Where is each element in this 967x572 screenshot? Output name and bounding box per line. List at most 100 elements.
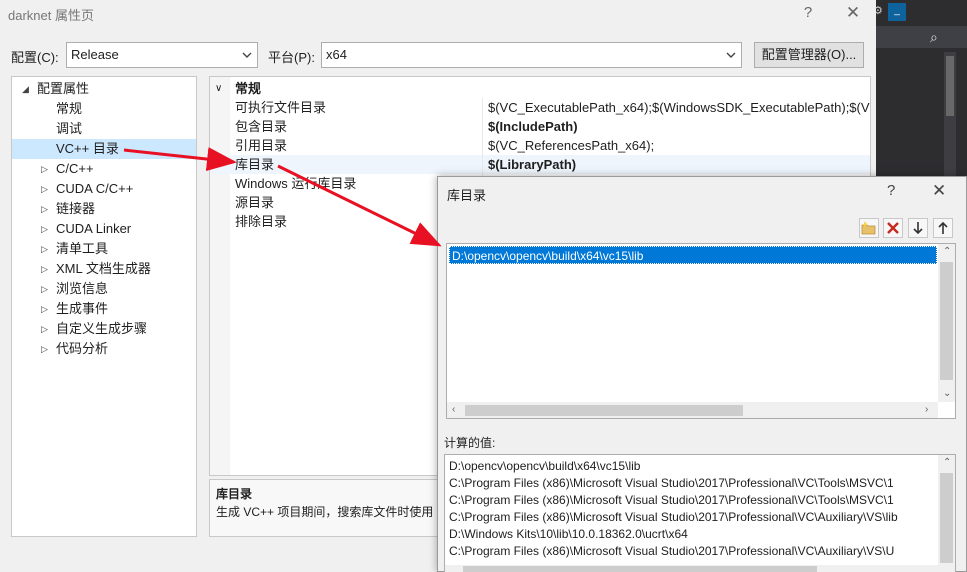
tree-item-code-analysis[interactable]: ▷ 代码分析 (12, 339, 196, 359)
grid-row-include-dirs[interactable]: 包含目录 $(IncludePath) (210, 117, 870, 136)
platform-select[interactable]: x64 (321, 42, 742, 68)
grid-row-name: Windows 运行库目录 (235, 176, 357, 191)
scrollbar-thumb[interactable] (465, 405, 743, 416)
ide-toolbar (876, 26, 967, 48)
delete-icon (887, 222, 899, 234)
collapsed-arrow-icon[interactable]: ▷ (41, 179, 48, 199)
tree-item-custom-build-step[interactable]: ▷ 自定义生成步骤 (12, 319, 196, 339)
grid-row-value[interactable]: $(LibraryPath) (488, 155, 576, 174)
evaluated-value-label: 计算的值: (444, 436, 496, 450)
scrollbar-thumb[interactable] (940, 473, 953, 563)
tree-item-build-events[interactable]: ▷ 生成事件 (12, 299, 196, 319)
tree-item-configuration-properties[interactable]: ◢ 配置属性 (12, 79, 196, 99)
move-down-button[interactable] (908, 218, 928, 238)
directory-entry[interactable]: D:\opencv\opencv\build\x64\vc15\lib (449, 246, 937, 264)
tree-item-label: VC++ 目录 (56, 141, 119, 156)
collapsed-arrow-icon[interactable]: ▷ (41, 199, 48, 219)
library-directories-dialog: 库目录 ? ✕ D:\opencv\opencv\build\x64\vc15\… (437, 176, 967, 572)
directory-list[interactable]: D:\opencv\opencv\build\x64\vc15\lib ⌃ ⌄ … (446, 243, 956, 419)
evaluated-value-line: C:\Program Files (x86)\Microsoft Visual … (449, 493, 894, 507)
collapsed-arrow-icon[interactable]: ▷ (41, 239, 48, 259)
evaluated-value-line: C:\Program Files (x86)\Microsoft Visual … (449, 544, 895, 558)
collapsed-arrow-icon[interactable]: ▷ (41, 339, 48, 359)
close-button[interactable]: ✕ (840, 2, 866, 24)
ide-scrollbar-thumb[interactable] (946, 56, 954, 116)
collapse-chevron-icon[interactable]: ∨ (215, 79, 222, 98)
platform-label: 平台(P): (268, 50, 315, 65)
grid-divider (482, 117, 483, 136)
grid-row-value[interactable]: $(IncludePath) (488, 117, 578, 136)
property-tree: ◢ 配置属性 常规 调试 VC++ 目录 ▷ C/C++ ▷ CUDA C/C+… (11, 76, 197, 537)
tree-item-vc-directories[interactable]: VC++ 目录 (12, 139, 196, 159)
scroll-left-arrow-icon[interactable]: ‹ (452, 404, 455, 415)
description-text: 生成 VC++ 项目期间，搜索库文件时使用 (216, 505, 434, 519)
grid-divider (482, 155, 483, 174)
title-bar: darknet 属性页 ? ✕ (0, 0, 876, 26)
scrollbar-thumb[interactable] (940, 262, 953, 380)
collapsed-arrow-icon[interactable]: ▷ (41, 259, 48, 279)
ide-search-icon[interactable]: ⌕ (930, 29, 938, 46)
move-up-button[interactable] (933, 218, 953, 238)
grid-row-value[interactable]: $(VC_ReferencesPath_x64); (488, 136, 654, 155)
chevron-down-icon (242, 52, 252, 58)
collapsed-arrow-icon[interactable]: ▷ (41, 299, 48, 319)
grid-row-library-dirs[interactable]: 库目录 $(LibraryPath) (210, 155, 870, 174)
grid-row-name: 排除目录 (235, 214, 288, 229)
collapsed-arrow-icon[interactable]: ▷ (41, 279, 48, 299)
scrollbar-thumb[interactable] (463, 566, 817, 572)
tree-item-linker[interactable]: ▷ 链接器 (12, 199, 196, 219)
grid-row-name: 可执行文件目录 (235, 100, 327, 115)
tree-item-label: CUDA Linker (56, 221, 132, 236)
tree-item-cuda-c-cpp[interactable]: ▷ CUDA C/C++ (12, 179, 196, 199)
grid-row-value[interactable]: $(VC_ExecutablePath_x64);$(WindowsSDK_Ex… (488, 98, 870, 117)
dialog-title: 库目录 (447, 188, 487, 203)
new-line-button[interactable] (859, 218, 879, 238)
description-title: 库目录 (216, 487, 253, 501)
arrow-down-icon (913, 222, 923, 235)
tree-item-manifest-tool[interactable]: ▷ 清单工具 (12, 239, 196, 259)
tree-item-label: 自定义生成步骤 (56, 321, 148, 336)
tree-item-browse-info[interactable]: ▷ 浏览信息 (12, 279, 196, 299)
scroll-up-arrow-icon[interactable]: ⌃ (943, 246, 951, 257)
ide-minimize-icon[interactable]: _ (888, 3, 906, 21)
tree-item-label: C/C++ (56, 161, 94, 176)
window-title: darknet 属性页 (8, 8, 94, 23)
tree-item-cuda-linker[interactable]: ▷ CUDA Linker (12, 219, 196, 239)
grid-category-label: 常规 (235, 81, 262, 96)
collapsed-arrow-icon[interactable]: ▷ (41, 219, 48, 239)
scroll-right-arrow-icon[interactable]: › (925, 404, 928, 415)
tree-item-label: 生成事件 (56, 301, 109, 316)
tree-item-label: 配置属性 (37, 81, 90, 96)
grid-row-name: 引用目录 (235, 138, 288, 153)
evaluated-value-line: D:\opencv\opencv\build\x64\vc15\lib (449, 459, 641, 473)
scroll-up-arrow-icon[interactable]: ⌃ (943, 457, 951, 468)
configuration-select[interactable]: Release (66, 42, 258, 68)
tree-item-label: XML 文档生成器 (56, 261, 151, 276)
grid-row-reference-dirs[interactable]: 引用目录 $(VC_ReferencesPath_x64); (210, 136, 870, 155)
grid-row-executable-dirs[interactable]: 可执行文件目录 $(VC_ExecutablePath_x64);$(Windo… (210, 98, 870, 117)
configuration-manager-button[interactable]: 配置管理器(O)... (754, 42, 864, 68)
evaluated-value-list[interactable]: D:\opencv\opencv\build\x64\vc15\lib C:\P… (444, 454, 956, 572)
expanded-arrow-icon[interactable]: ◢ (22, 79, 29, 99)
scroll-down-arrow-icon[interactable]: ⌄ (943, 388, 951, 399)
evaluated-value-line: C:\Program Files (x86)\Microsoft Visual … (449, 476, 894, 490)
collapsed-arrow-icon[interactable]: ▷ (41, 159, 48, 179)
tree-item-label: 调试 (56, 121, 83, 136)
configuration-label: 配置(C): (11, 50, 59, 65)
configuration-value: Release (71, 47, 119, 62)
help-button[interactable]: ? (887, 182, 895, 199)
help-button[interactable]: ? (795, 2, 821, 24)
tree-item-debugging[interactable]: 调试 (12, 119, 196, 139)
platform-value: x64 (326, 47, 347, 62)
tree-item-label: 代码分析 (56, 341, 109, 356)
arrow-up-icon (938, 221, 948, 234)
close-button[interactable]: ✕ (932, 181, 946, 201)
tree-item-xml-doc-generator[interactable]: ▷ XML 文档生成器 (12, 259, 196, 279)
grid-category-general[interactable]: ∨ 常规 (210, 79, 870, 98)
delete-line-button[interactable] (883, 218, 903, 238)
tree-item-general[interactable]: 常规 (12, 99, 196, 119)
tree-item-label: 浏览信息 (56, 281, 109, 296)
collapsed-arrow-icon[interactable]: ▷ (41, 319, 48, 339)
chevron-down-icon (726, 52, 736, 58)
tree-item-c-cpp[interactable]: ▷ C/C++ (12, 159, 196, 179)
